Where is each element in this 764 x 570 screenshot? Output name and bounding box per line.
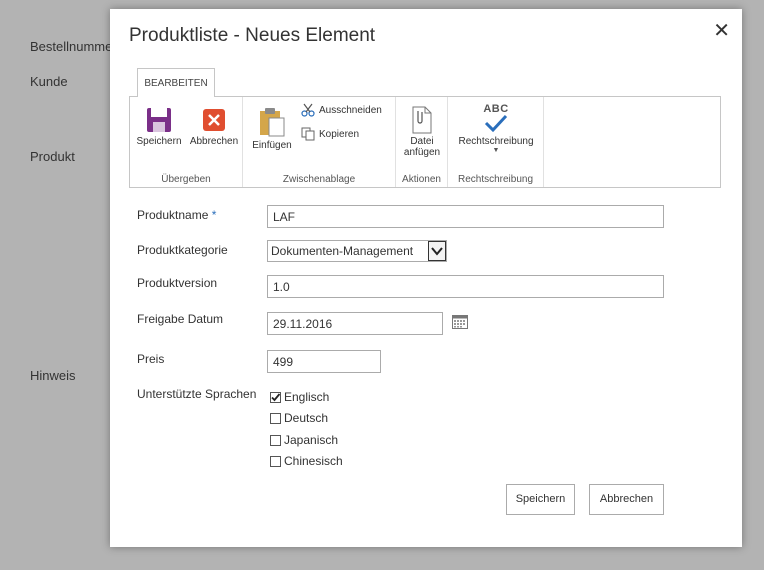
- ribbon-group-commit-label: Übergeben: [161, 174, 211, 185]
- product-version-input[interactable]: [267, 275, 664, 298]
- language-label-japanese: Japanisch: [284, 433, 339, 447]
- abc-text: ABC: [483, 103, 509, 115]
- dialog-title: Produktliste - Neues Element: [129, 25, 376, 46]
- checkbox-german[interactable]: [270, 412, 281, 424]
- product-name-label-text: Produktname: [137, 208, 209, 222]
- language-label-german: Deutsch: [284, 411, 329, 425]
- product-category-value: Dokumenten-Management: [271, 244, 414, 258]
- release-date-label: Freigabe Datum: [137, 312, 224, 326]
- ribbon-cancel-button[interactable]: Abbrechen: [188, 107, 240, 147]
- save-icon: [147, 108, 171, 132]
- attach-file-icon: [412, 106, 432, 134]
- language-label-chinese: Chinesisch: [284, 454, 343, 468]
- price-label: Preis: [137, 352, 165, 366]
- required-marker: *: [211, 208, 217, 222]
- languages-label: Unterstützte Sprachen: [137, 387, 257, 401]
- new-item-dialog: Produktliste - Neues Element ✕ BEARBEITE…: [110, 9, 742, 547]
- product-category-select[interactable]: Dokumenten-Management: [267, 240, 447, 262]
- calendar-icon[interactable]: [452, 314, 468, 329]
- language-option-german[interactable]: Deutsch: [270, 411, 328, 425]
- bg-label-order-number: Bestellnumme: [30, 39, 113, 54]
- save-button[interactable]: Speichern: [506, 484, 575, 515]
- ribbon-group-actions-label: Aktionen: [402, 174, 441, 185]
- bg-label-product: Produkt: [30, 149, 75, 164]
- ribbon-save-button[interactable]: Speichern: [134, 107, 184, 147]
- ribbon-group-clipboard-label: Zwischenablage: [282, 174, 356, 185]
- ribbon-attach-label-2: anfügen: [403, 147, 441, 158]
- product-name-label: Produktname *: [137, 208, 216, 222]
- ribbon-spelling-label: Rechtschreibung: [458, 136, 534, 147]
- scissors-icon: [301, 103, 315, 117]
- ribbon: Speichern Abbrechen Übergeben Einfügen A…: [129, 96, 721, 188]
- cancel-button[interactable]: Abbrechen: [589, 484, 664, 515]
- ribbon-group-commit: Speichern Abbrechen Übergeben: [130, 97, 243, 187]
- ribbon-save-label: Speichern: [136, 136, 182, 147]
- bg-label-note: Hinweis: [30, 368, 76, 383]
- ribbon-group-spelling: ABC Rechtschreibung ▼ Rechtschreibung: [448, 97, 544, 187]
- ribbon-copy-label: Kopieren: [319, 128, 360, 140]
- cancel-icon: [203, 109, 225, 131]
- checkbox-japanese[interactable]: [270, 434, 281, 446]
- language-option-japanese[interactable]: Japanisch: [270, 433, 338, 447]
- checkmark-icon: [271, 392, 281, 401]
- chevron-down-icon[interactable]: [428, 241, 446, 261]
- tab-bearbeiten[interactable]: BEARBEITEN: [137, 68, 215, 97]
- checkbox-chinese[interactable]: [270, 455, 281, 467]
- ribbon-attach-file-button[interactable]: Datei anfügen: [400, 105, 444, 158]
- ribbon-cancel-label: Abbrechen: [189, 136, 239, 147]
- language-label-english: Englisch: [284, 390, 330, 404]
- ribbon-group-actions: Datei anfügen Aktionen: [396, 97, 448, 187]
- paste-icon: [260, 108, 285, 137]
- ribbon-paste-label: Einfügen: [252, 140, 292, 151]
- price-input[interactable]: [267, 350, 381, 373]
- checkbox-english[interactable]: [270, 391, 281, 403]
- close-icon[interactable]: ✕: [713, 21, 730, 41]
- spellcheck-icon: [484, 114, 508, 133]
- ribbon-group-clipboard: Einfügen Ausschneiden Kopieren Zwischena…: [243, 97, 396, 187]
- ribbon-cut-button[interactable]: Ausschneiden: [301, 103, 382, 117]
- product-version-label: Produktversion: [137, 276, 218, 290]
- bg-label-customer: Kunde: [30, 74, 68, 89]
- language-option-english[interactable]: Englisch: [270, 390, 329, 404]
- product-category-label: Produktkategorie: [137, 243, 228, 257]
- ribbon-attach-label-1: Datei: [410, 136, 434, 147]
- copy-icon: [301, 127, 315, 141]
- language-option-chinese[interactable]: Chinesisch: [270, 454, 343, 468]
- ribbon-paste-button[interactable]: Einfügen: [249, 107, 295, 151]
- chevron-down-icon: ▼: [492, 147, 500, 154]
- ribbon-copy-button[interactable]: Kopieren: [301, 127, 359, 141]
- ribbon-group-spelling-label: Rechtschreibung: [457, 174, 534, 185]
- ribbon-spelling-button[interactable]: ABC Rechtschreibung ▼: [452, 103, 540, 155]
- release-date-input[interactable]: [267, 312, 443, 335]
- ribbon-cut-label: Ausschneiden: [319, 104, 382, 116]
- product-name-input[interactable]: [267, 205, 664, 228]
